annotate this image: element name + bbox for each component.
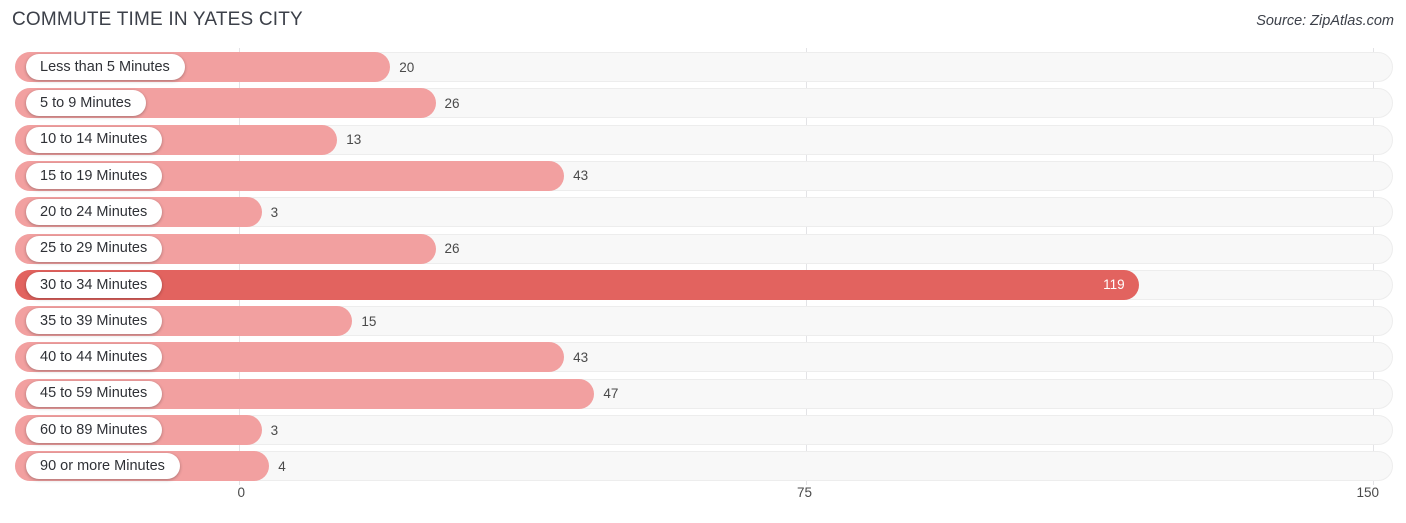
category-label: 60 to 89 Minutes bbox=[40, 421, 148, 438]
bar-rows: Less than 5 Minutes 20 5 to 9 Minutes 26 10 … bbox=[0, 48, 1406, 485]
bar-row[interactable]: Less than 5 Minutes 20 bbox=[0, 52, 1406, 82]
category-label-capsule: 45 to 59 Minutes bbox=[26, 380, 163, 407]
bar-row[interactable]: 10 to 14 Minutes 13 bbox=[0, 124, 1406, 155]
bar-row[interactable]: 20 to 24 Minutes 3 bbox=[0, 197, 1406, 228]
bar-row[interactable]: 60 to 89 Minutes 3 bbox=[0, 415, 1406, 445]
bar-row[interactable]: 35 to 39 Minutes 15 bbox=[0, 306, 1406, 337]
category-label: 45 to 59 Minutes bbox=[40, 385, 148, 402]
bar-value-label: 47 bbox=[603, 386, 619, 402]
bar-value-label: 4 bbox=[278, 458, 286, 474]
bar-value-label: 26 bbox=[444, 95, 460, 111]
bar-value-label: 43 bbox=[573, 349, 589, 365]
category-label: 10 to 14 Minutes bbox=[40, 131, 148, 148]
category-label-capsule: 40 to 44 Minutes bbox=[26, 344, 163, 371]
plot-area: Less than 5 Minutes 20 5 to 9 Minutes 26 10 … bbox=[0, 48, 1406, 485]
category-label: 5 to 9 Minutes bbox=[40, 95, 132, 112]
bar-row[interactable]: 15 to 19 Minutes 43 bbox=[0, 160, 1406, 191]
bar-row[interactable]: 5 to 9 Minutes 26 bbox=[0, 88, 1406, 119]
bar-row[interactable]: 45 to 59 Minutes 47 bbox=[0, 378, 1406, 409]
bar-value-label: 26 bbox=[444, 241, 460, 256]
category-label-capsule: 90 or more Minutes bbox=[26, 453, 180, 480]
category-label: 15 to 19 Minutes bbox=[40, 167, 148, 184]
category-label-capsule: Less than 5 Minutes bbox=[26, 54, 185, 80]
bar-row[interactable]: 30 to 34 Minutes 119 bbox=[0, 269, 1406, 300]
bar-value-label: 15 bbox=[361, 313, 377, 329]
page-title: COMMUTE TIME IN YATES CITY bbox=[12, 9, 303, 30]
category-label-capsule: 20 to 24 Minutes bbox=[26, 199, 163, 226]
category-label-capsule: 5 to 9 Minutes bbox=[26, 90, 147, 117]
bar-value-label: 20 bbox=[399, 59, 415, 75]
category-label-capsule: 15 to 19 Minutes bbox=[26, 162, 163, 189]
category-label-capsule: 30 to 34 Minutes bbox=[26, 271, 163, 298]
chart-page: COMMUTE TIME IN YATES CITY Source: ZipAt… bbox=[0, 0, 1406, 523]
bar-value-label: 3 bbox=[270, 204, 279, 220]
category-label: 30 to 34 Minutes bbox=[40, 276, 148, 293]
bar[interactable] bbox=[15, 269, 1139, 300]
x-tick-label: 0 bbox=[237, 485, 245, 500]
bar-value-label: 43 bbox=[573, 168, 589, 184]
category-label-capsule: 25 to 29 Minutes bbox=[26, 235, 163, 262]
x-tick-label: 150 bbox=[1356, 485, 1379, 500]
category-label: 35 to 39 Minutes bbox=[40, 312, 148, 329]
bar-value-label: 3 bbox=[270, 422, 279, 438]
x-tick-label: 75 bbox=[796, 485, 812, 500]
category-label: 90 or more Minutes bbox=[40, 458, 165, 475]
bar-value-label: 119 bbox=[1103, 277, 1125, 293]
category-label: 40 to 44 Minutes bbox=[40, 349, 148, 366]
bar-row[interactable]: 40 to 44 Minutes 43 bbox=[0, 342, 1406, 373]
category-label-capsule: 35 to 39 Minutes bbox=[26, 308, 163, 335]
bar-row[interactable]: 90 or more Minutes 4 bbox=[0, 451, 1406, 482]
category-label-capsule: 10 to 14 Minutes bbox=[26, 126, 163, 153]
x-axis: 0 75 150 bbox=[0, 485, 1406, 509]
source-attribution: Source: ZipAtlas.com bbox=[1256, 13, 1394, 29]
category-label-capsule: 60 to 89 Minutes bbox=[26, 417, 163, 443]
bar-value-label: 13 bbox=[346, 132, 362, 148]
bar-row[interactable]: 25 to 29 Minutes 26 bbox=[0, 233, 1406, 264]
category-label: 25 to 29 Minutes bbox=[40, 240, 148, 257]
category-label: Less than 5 Minutes bbox=[40, 58, 170, 75]
category-label: 20 to 24 Minutes bbox=[40, 203, 148, 220]
